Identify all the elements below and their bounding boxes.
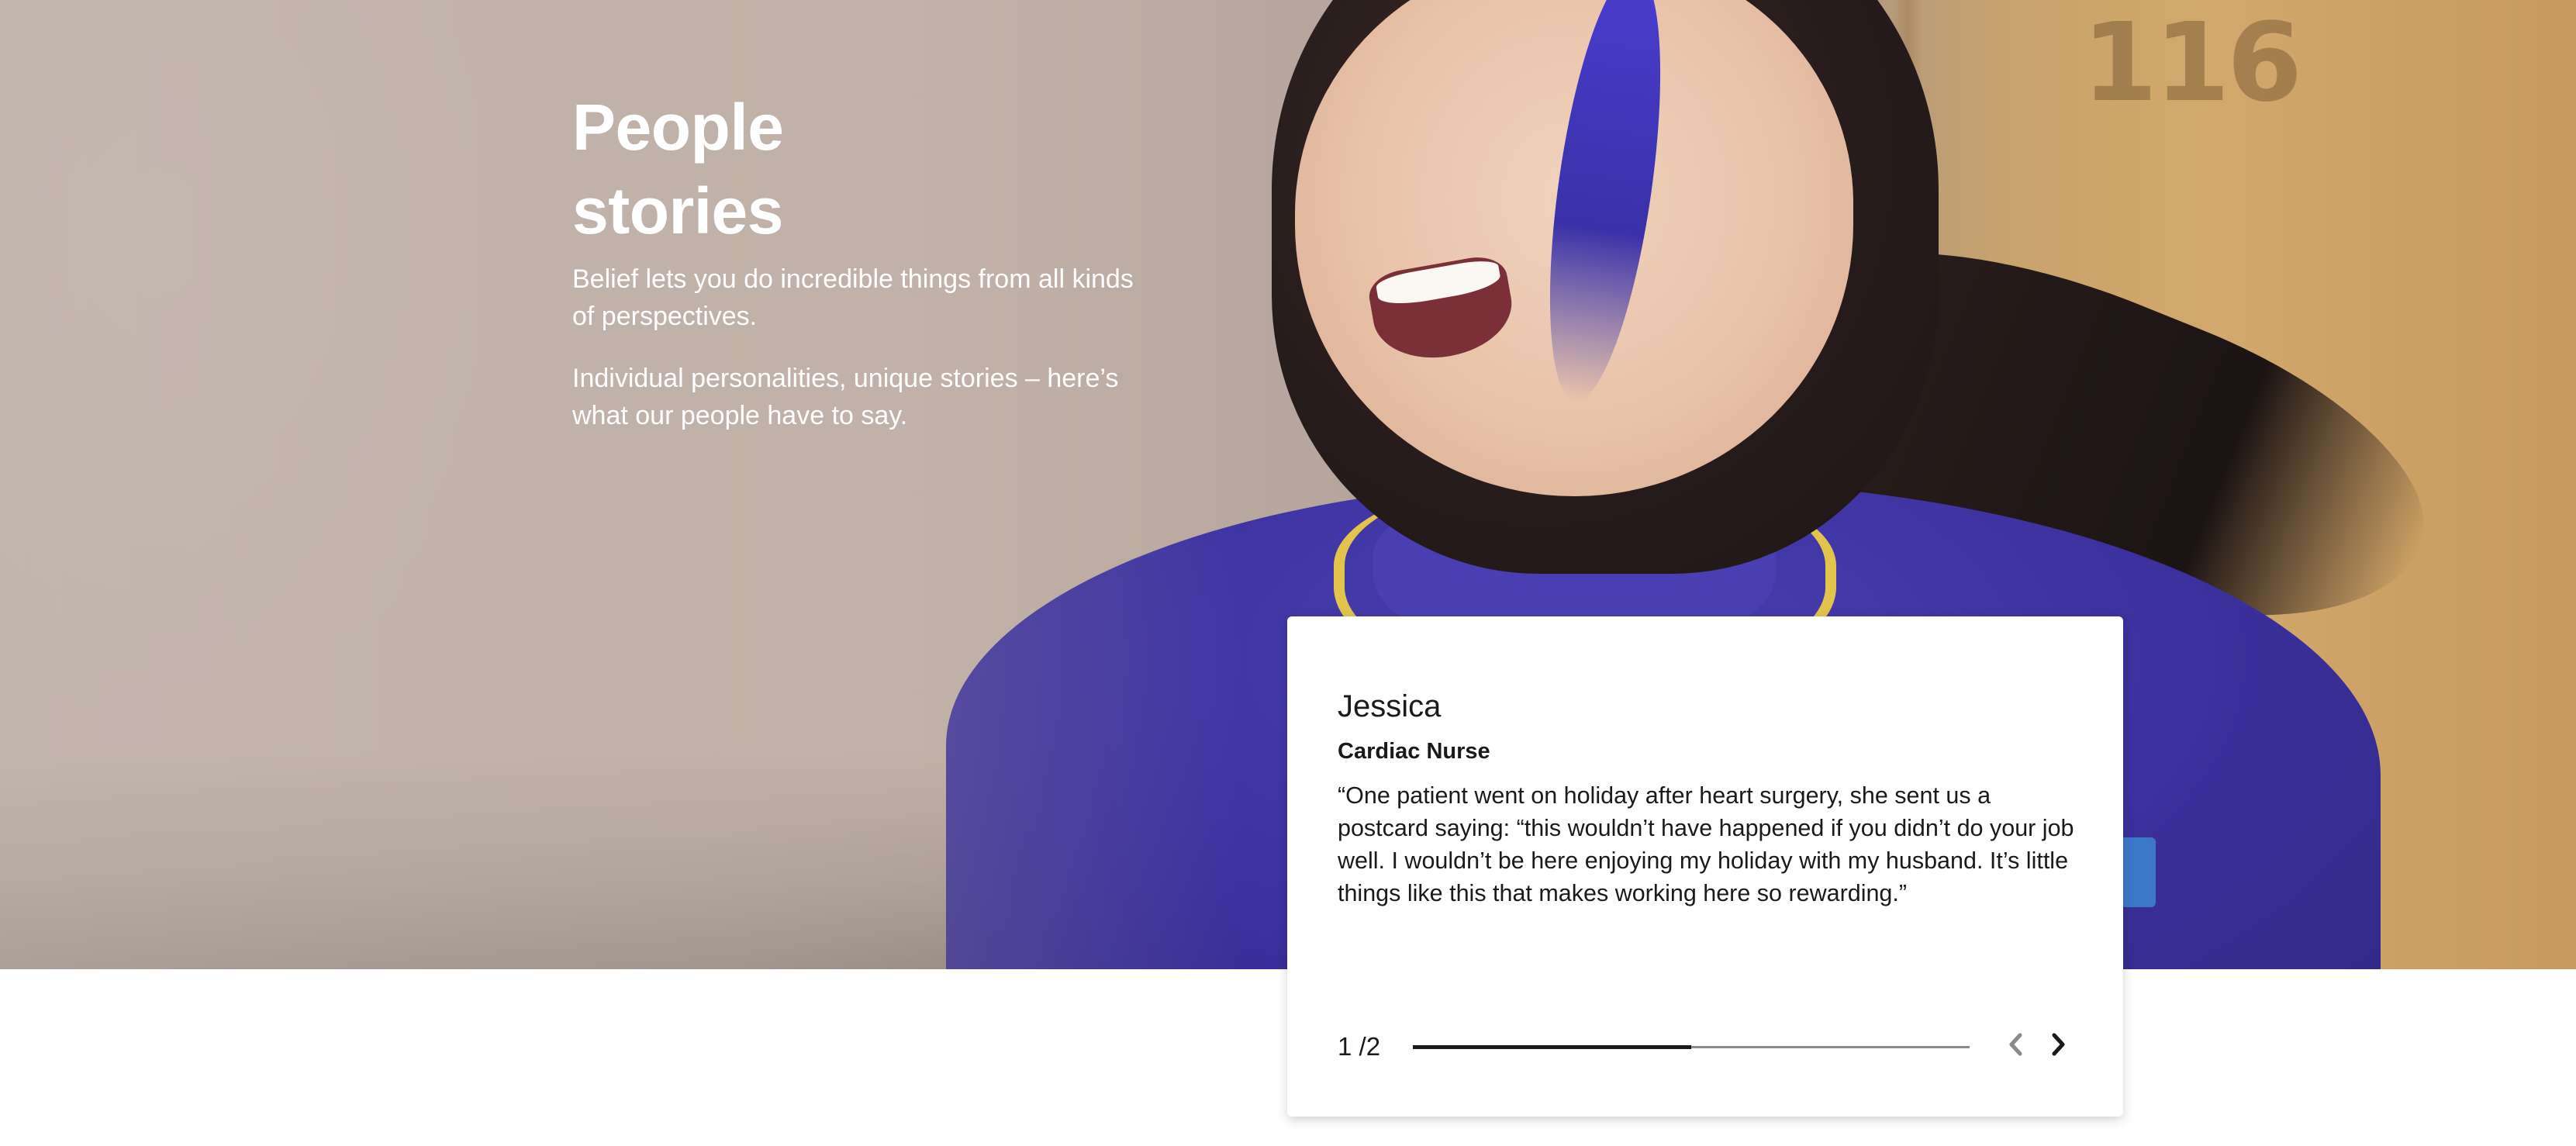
story-progress-bar <box>1413 1045 1970 1049</box>
story-person-role: Cardiac Nurse <box>1338 739 1490 764</box>
hero-title-line-2: stories <box>572 174 783 247</box>
hero-title-line-1: People <box>572 91 784 164</box>
hero-door-number: 116 <box>2082 0 2302 126</box>
story-progress-fill <box>1413 1045 1691 1049</box>
chevron-right-icon <box>2052 1033 2065 1056</box>
hero-title: People stories <box>572 85 1146 253</box>
story-card: Jessica Cardiac Nurse “One patient went … <box>1287 616 2123 1117</box>
story-next-button[interactable] <box>2043 1027 2074 1061</box>
hero-text-block: People stories Belief lets you do incred… <box>572 85 1146 434</box>
story-pager-count: 1 /2 <box>1338 1032 1381 1061</box>
chevron-left-icon <box>2009 1033 2022 1056</box>
story-prev-button[interactable] <box>2001 1027 2032 1061</box>
hero-paragraph-2: Individual personalities, unique stories… <box>572 364 1119 430</box>
story-person-name: Jessica <box>1338 689 1442 723</box>
story-quote: “One patient went on holiday after heart… <box>1338 782 2074 906</box>
hero-paragraph-1: Belief lets you do incredible things fro… <box>572 264 1134 331</box>
